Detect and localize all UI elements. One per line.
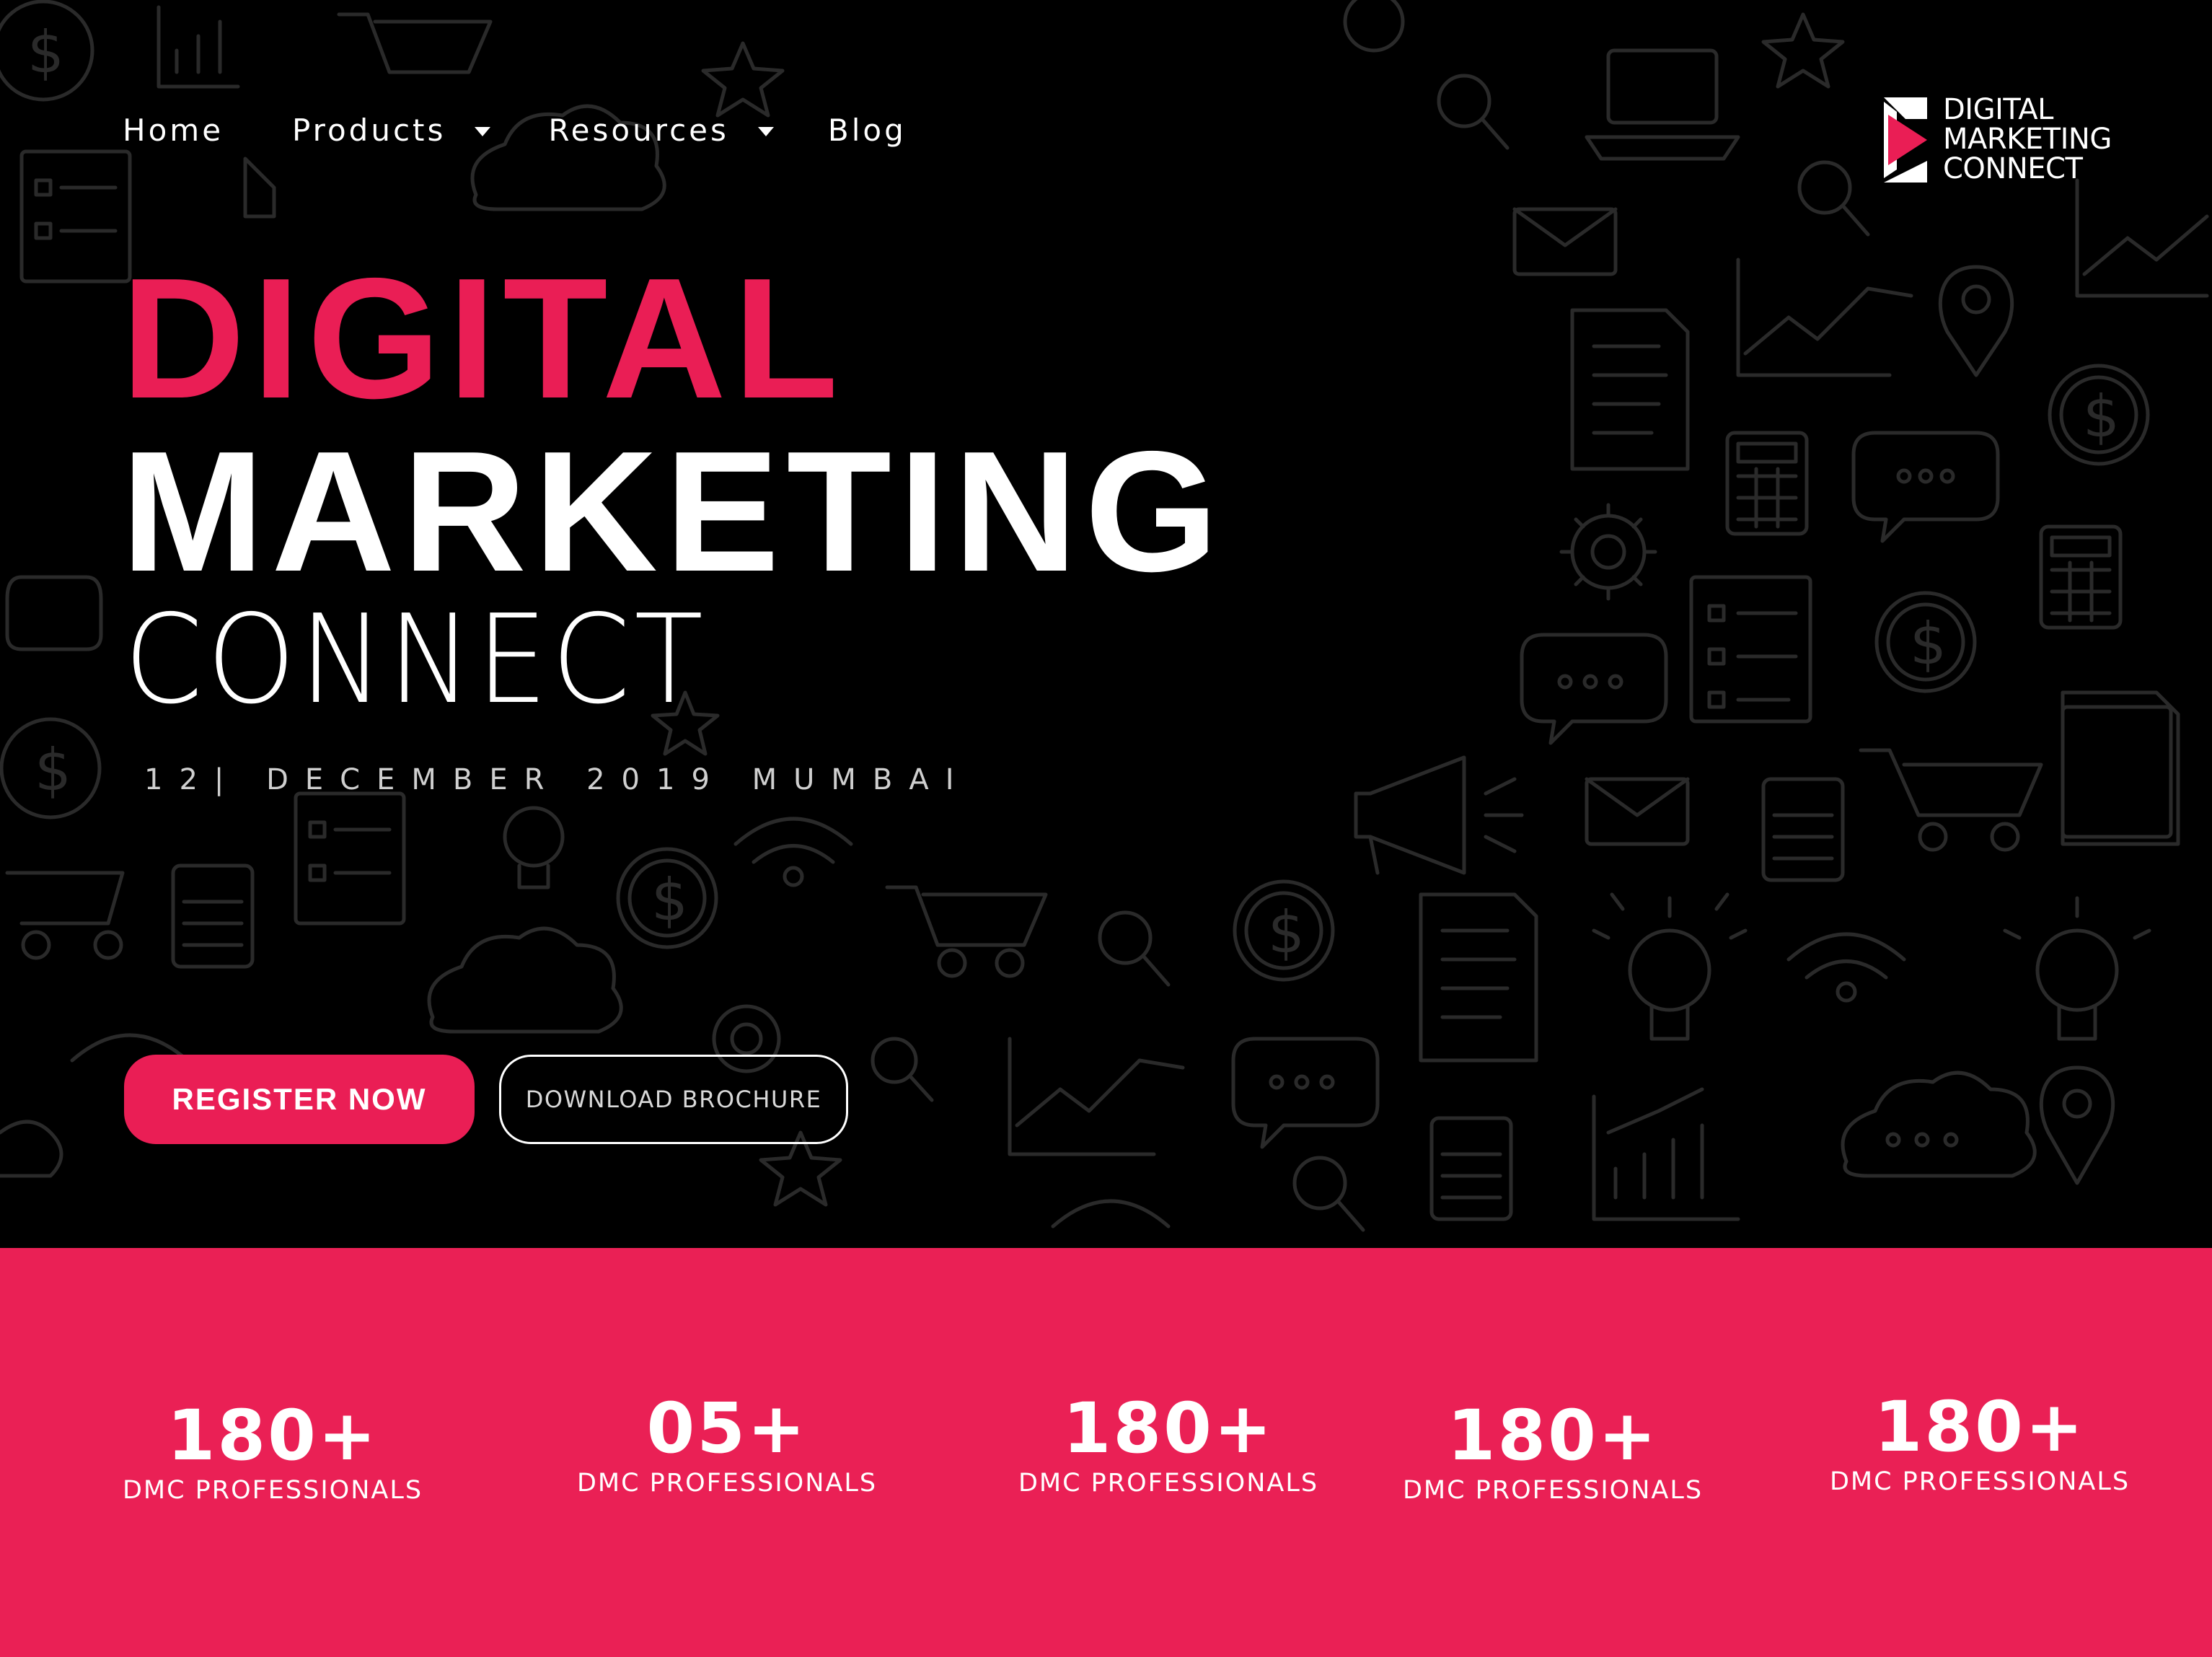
hero-section: $ $ $ $ $ $ Home Products Resources Blog… xyxy=(0,0,2212,1248)
hero-title-line-3-text: CONNECT xyxy=(124,589,708,731)
caret-down-icon xyxy=(475,126,491,136)
stat-label: DMC PROFESSIONALS xyxy=(576,1469,878,1498)
play-triangle-logo-icon xyxy=(1884,97,1927,183)
stat-value: 180+ xyxy=(1447,1395,1659,1476)
pencil-cup-icon xyxy=(243,157,276,219)
star-icon xyxy=(651,12,1845,1207)
svg-text:$: $ xyxy=(2083,383,2120,450)
stat-label: DMC PROFESSIONALS xyxy=(1829,1467,2131,1496)
stat-item: 180+ DMC PROFESSIONALS xyxy=(1799,1391,2160,1496)
line-chart-icon xyxy=(1008,178,2209,1156)
svg-text:$: $ xyxy=(35,737,71,804)
nav-item-home[interactable]: Home xyxy=(123,113,224,148)
nav-item-label: Home xyxy=(123,112,224,148)
logo-line: CONNECT xyxy=(1943,152,2083,185)
nav-item-products[interactable]: Products xyxy=(292,112,491,148)
hero-title-line-2: MARKETING xyxy=(121,416,1226,607)
nav-item-label: Products xyxy=(292,112,446,148)
stat-label: DMC PROFESSIONALS xyxy=(1402,1476,1704,1505)
nav-item-resources[interactable]: Resources xyxy=(548,113,774,148)
hero-title-line-1: DIGITAL xyxy=(121,243,846,434)
nav-item-label: Resources xyxy=(548,112,729,148)
stat-value: 180+ xyxy=(1062,1388,1274,1469)
stat-item: 180+ DMC PROFESSIONALS xyxy=(988,1392,1349,1498)
register-now-button[interactable]: REGISTER NOW xyxy=(124,1055,475,1144)
main-nav: Home Products Resources Blog xyxy=(123,108,907,151)
caret-down-icon xyxy=(757,126,774,136)
event-date-location: 12| DECEMBER 2019 MUMBAI xyxy=(144,763,971,796)
stat-label: DMC PROFESSIONALS xyxy=(1018,1469,1319,1498)
svg-text:$: $ xyxy=(1268,899,1305,966)
stat-label: DMC PROFESSIONALS xyxy=(122,1476,423,1505)
svg-text:$: $ xyxy=(651,866,688,933)
nav-item-label: Blog xyxy=(827,112,907,148)
logo-line: MARKETING xyxy=(1943,123,2112,156)
svg-text:$: $ xyxy=(27,19,64,86)
brand-logo[interactable]: DIGITAL MARKETING CONNECT xyxy=(1884,95,2112,184)
stat-value: 180+ xyxy=(167,1395,379,1476)
document-icon xyxy=(1419,308,2180,1063)
nav-item-blog[interactable]: Blog xyxy=(828,113,907,148)
logo-wordmark: DIGITAL MARKETING CONNECT xyxy=(1943,95,2112,184)
stat-item: 180+ DMC PROFESSIONALS xyxy=(1372,1399,1733,1505)
download-brochure-button[interactable]: DOWNLOAD BROCHURE xyxy=(499,1055,848,1144)
stats-band: 180+ DMC PROFESSIONALS 05+ DMC PROFESSIO… xyxy=(0,1248,2212,1657)
logo-line: DIGITAL xyxy=(1943,93,2053,126)
stat-value: 180+ xyxy=(1874,1386,2086,1467)
svg-text:$: $ xyxy=(1910,610,1947,677)
magnifier-icon xyxy=(871,74,1870,1232)
wifi-icon xyxy=(70,817,1906,1229)
megaphone-icon xyxy=(1354,755,1524,875)
stat-item: 180+ DMC PROFESSIONALS xyxy=(92,1399,453,1505)
hero-title-line-3: CONNECT xyxy=(124,599,758,721)
stat-value: 05+ xyxy=(646,1388,808,1469)
stat-item: 05+ DMC PROFESSIONALS xyxy=(547,1392,907,1498)
envelope-icon xyxy=(1512,207,1690,846)
laptop-icon xyxy=(1585,48,1740,161)
